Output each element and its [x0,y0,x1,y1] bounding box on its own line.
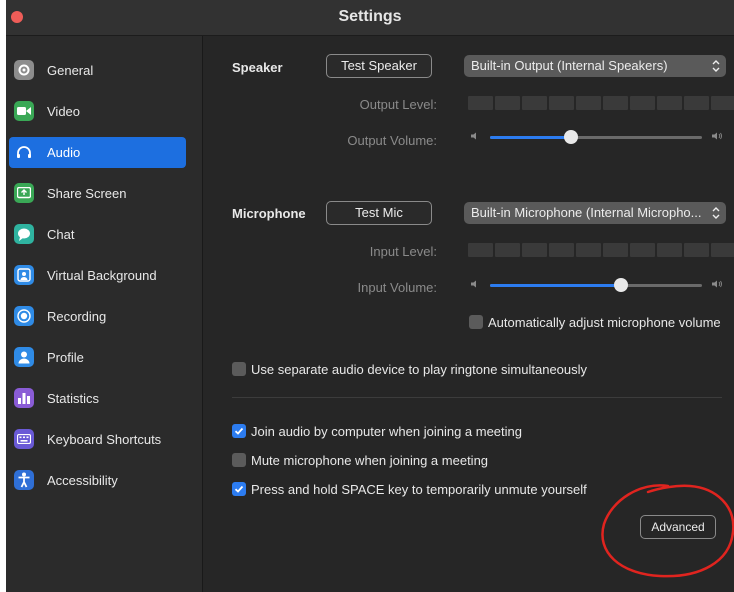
level-meter-segment [495,243,520,257]
level-meter-segment [522,243,547,257]
output-volume-label: Output Volume: [347,133,437,148]
mute-microphone-label: Mute microphone when joining a meeting [251,453,489,468]
level-meter-segment [711,243,734,257]
space-unmute-checkbox[interactable] [232,482,246,496]
microphone-device-select[interactable]: Built-in Microphone (Internal Micropho..… [464,202,726,224]
settings-window: Settings General Video Audio Share Scree… [6,0,734,592]
microphone-label: Microphone [232,206,306,221]
sidebar-item-video[interactable]: Video [9,96,186,127]
sidebar-item-chat[interactable]: Chat [9,219,186,250]
test-mic-button[interactable]: Test Mic [326,201,432,225]
input-level-label: Input Level: [369,244,437,259]
test-speaker-button[interactable]: Test Speaker [326,54,432,78]
volume-low-icon [471,132,476,140]
title-bar: Settings [6,0,734,36]
bar-chart-icon [14,388,34,408]
output-level-label: Output Level: [359,97,437,112]
sidebar-item-recording[interactable]: Recording [9,301,186,332]
slider-knob[interactable] [614,278,628,292]
record-icon [14,306,34,326]
sidebar-item-label: Chat [47,227,75,242]
sidebar-item-label: Video [47,104,81,119]
sidebar-item-profile[interactable]: Profile [9,342,186,373]
gear-icon [14,60,34,80]
join-audio-checkbox[interactable] [232,424,246,438]
sidebar-item-general[interactable]: General [9,55,186,86]
section-divider [232,397,722,398]
sidebar-item-share-screen[interactable]: Share Screen [9,178,186,209]
checkmark-icon [234,427,244,435]
share-screen-icon [14,183,34,203]
sidebar-item-label: Share Screen [47,186,127,201]
level-meter-segment [684,243,709,257]
slider-knob[interactable] [564,130,578,144]
level-meter-segment [576,243,601,257]
window-title: Settings [338,8,402,25]
level-meter-segment [468,96,493,110]
level-meter-segment [630,243,655,257]
speaker-label: Speaker [232,60,283,75]
volume-high-icon [712,280,722,288]
level-meter-segment [684,96,709,110]
separate-ringtone-label: Use separate audio device to play ringto… [251,362,588,377]
sidebar-item-audio[interactable]: Audio [9,137,186,168]
chat-bubble-icon [14,224,34,244]
level-meter-segment [630,96,655,110]
level-meter-segment [603,96,628,110]
slider-fill [490,135,571,139]
sidebar-item-label: Audio [47,145,81,160]
level-meter-segment [468,243,493,257]
sidebar-item-statistics[interactable]: Statistics [9,383,186,414]
level-meter-segment [549,96,574,110]
join-audio-label: Join audio by computer when joining a me… [251,424,523,439]
sidebar: General Video Audio Share Screen Chat Vi… [6,36,203,592]
sidebar-item-accessibility[interactable]: Accessibility [9,465,186,496]
volume-low-icon [471,280,476,288]
sidebar-item-virtual-background[interactable]: Virtual Background [9,260,186,291]
input-level-meter [468,243,734,257]
headphones-icon [14,142,34,162]
level-meter-segment [522,96,547,110]
video-camera-icon [14,101,34,121]
profile-icon [14,347,34,367]
microphone-device-value: Built-in Microphone (Internal Micropho..… [471,205,702,220]
sidebar-item-label: Virtual Background [47,268,157,283]
sidebar-item-label: Recording [47,309,107,324]
space-unmute-label: Press and hold SPACE key to temporarily … [251,482,587,497]
input-volume-slider[interactable] [490,278,702,292]
speaker-device-select[interactable]: Built-in Output (Internal Speakers) [464,55,726,77]
speaker-device-value: Built-in Output (Internal Speakers) [471,58,668,73]
sidebar-item-label: Statistics [47,391,100,406]
auto-adjust-checkbox[interactable] [469,315,483,329]
audio-settings-panel: Speaker Test Speaker Built-in Output (In… [203,36,734,592]
sidebar-item-keyboard-shortcuts[interactable]: Keyboard Shortcuts [9,424,186,455]
level-meter-segment [711,96,734,110]
select-chevron-icon [712,60,720,72]
output-volume-slider[interactable] [490,130,702,144]
sidebar-item-label: General [47,63,94,78]
slider-fill [490,283,621,287]
sidebar-item-label: Profile [47,350,84,365]
level-meter-segment [549,243,574,257]
level-meter-segment [603,243,628,257]
level-meter-segment [657,96,682,110]
mute-microphone-checkbox[interactable] [232,453,246,467]
level-meter-segment [495,96,520,110]
accessibility-icon [14,470,34,490]
level-meter-segment [576,96,601,110]
output-level-meter [468,96,734,110]
checkmark-icon [234,485,244,493]
select-chevron-icon [712,207,720,219]
auto-adjust-label: Automatically adjust microphone volume [488,315,721,330]
advanced-button[interactable]: Advanced [640,515,716,539]
person-background-icon [14,265,34,285]
input-volume-label: Input Volume: [357,280,438,295]
volume-high-icon [712,132,722,140]
keyboard-icon [14,429,34,449]
sidebar-item-label: Accessibility [47,473,118,488]
level-meter-segment [657,243,682,257]
sidebar-item-label: Keyboard Shortcuts [47,432,162,447]
separate-ringtone-checkbox[interactable] [232,362,246,376]
